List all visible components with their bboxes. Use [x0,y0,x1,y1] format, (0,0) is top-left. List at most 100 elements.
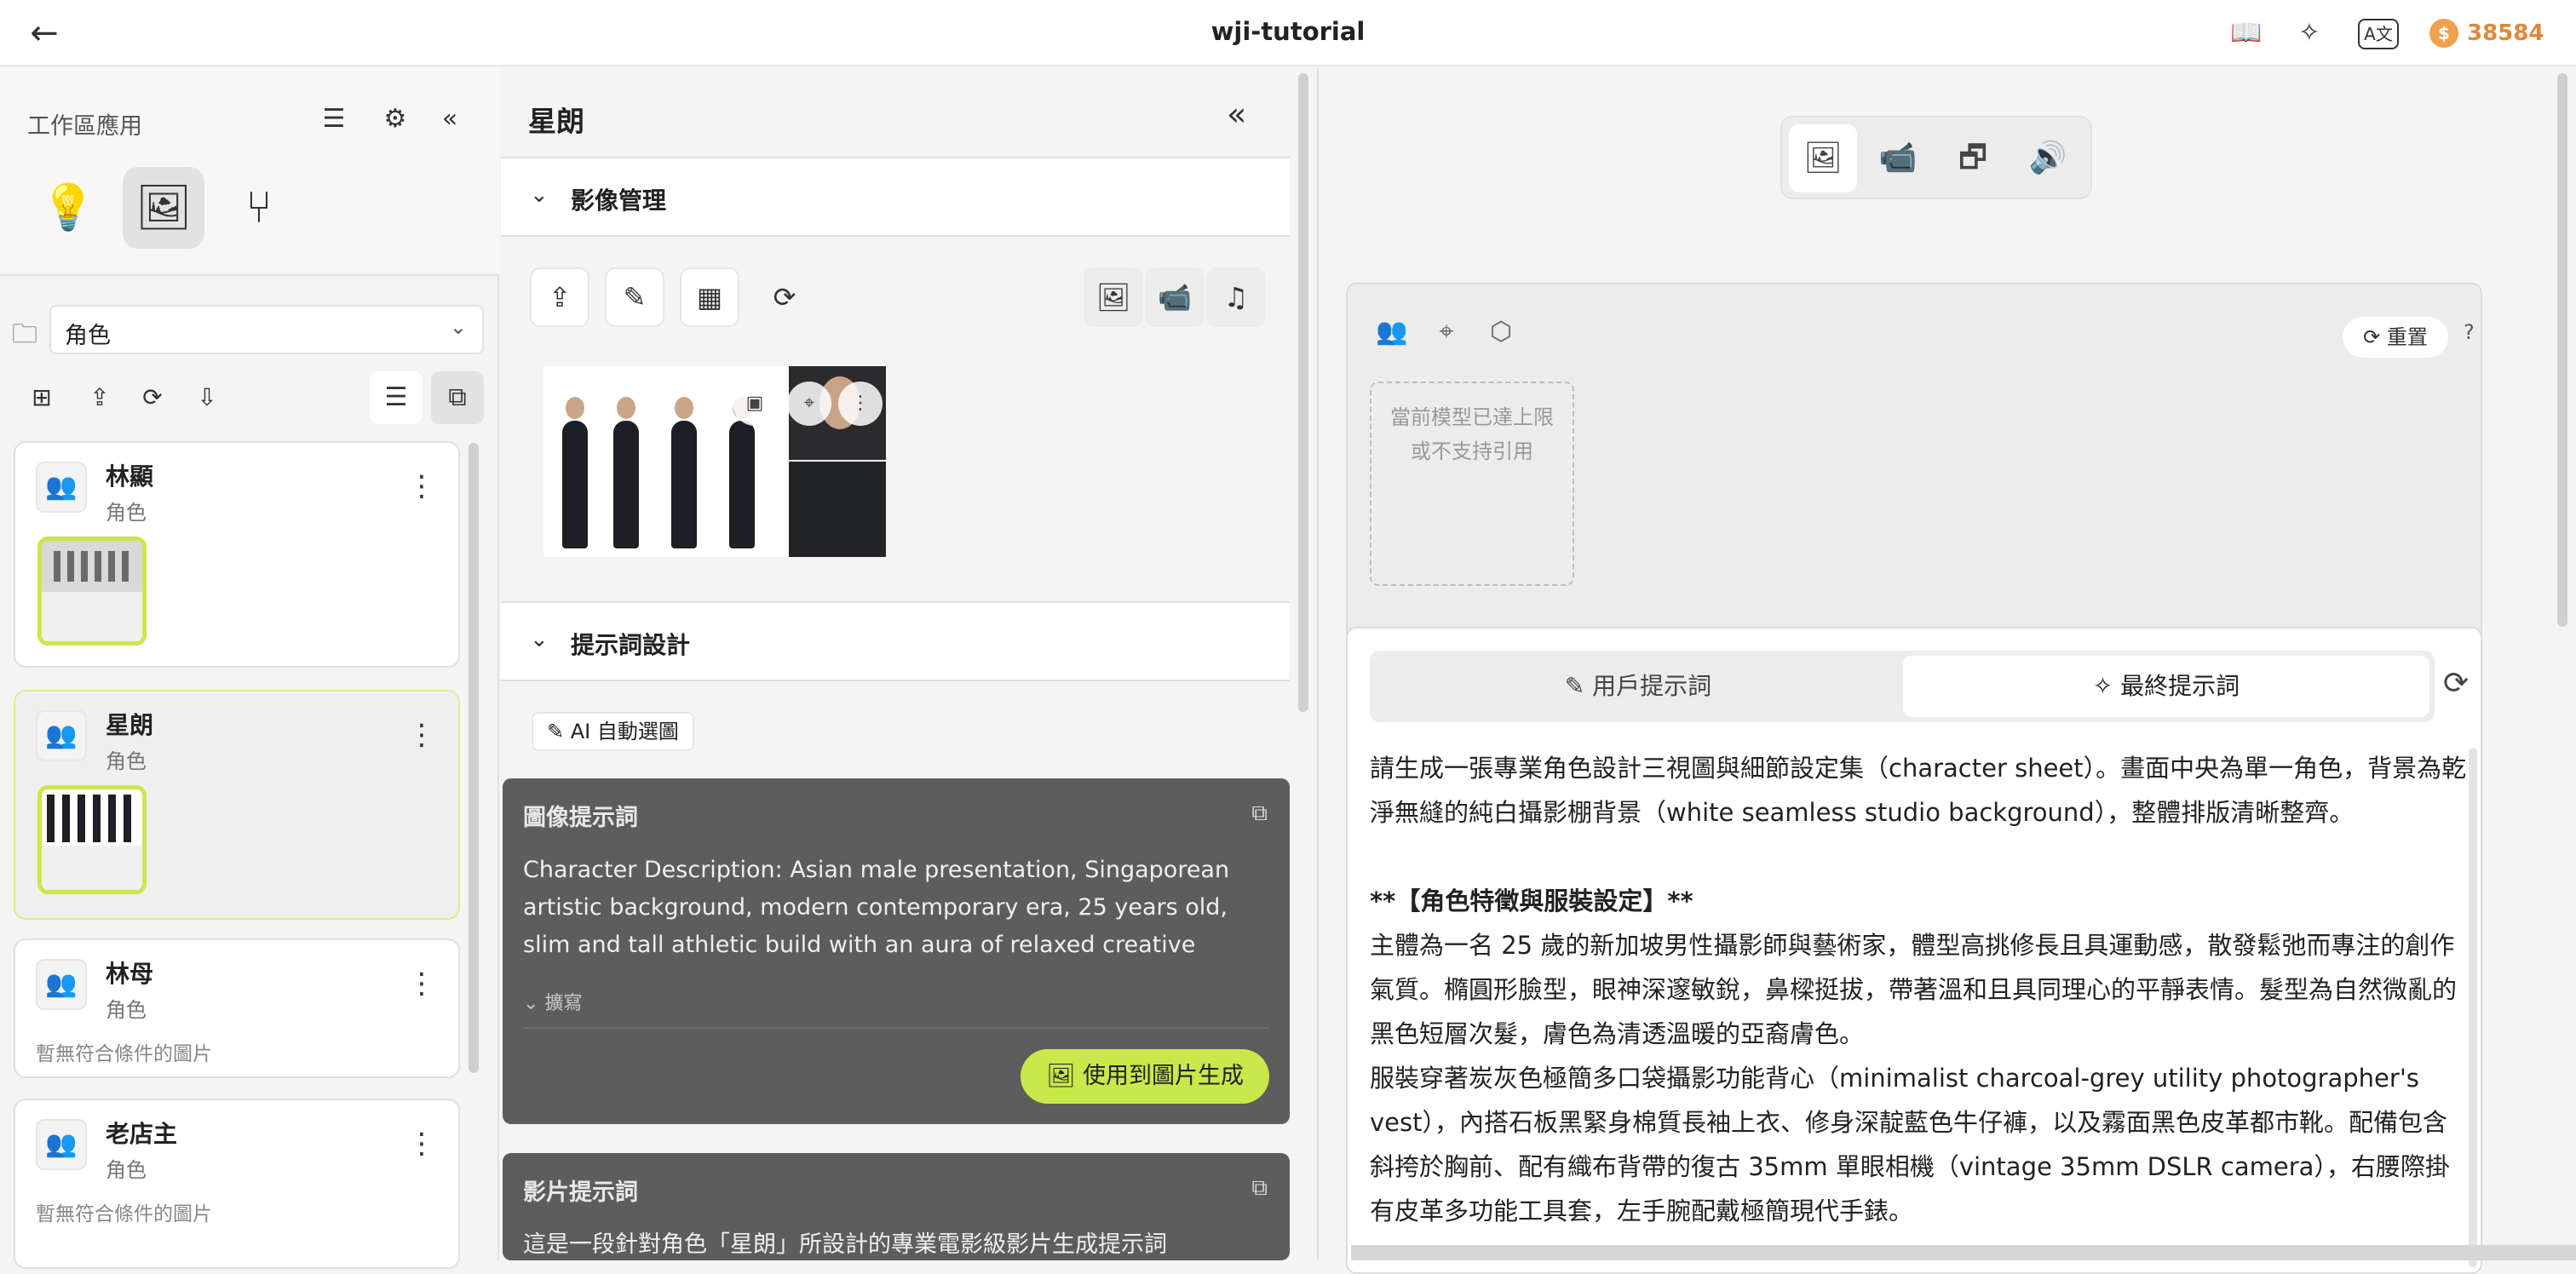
magic-off-icon[interactable]: ✧ [2291,15,2327,51]
download-icon[interactable]: ⇩ [189,380,225,416]
more-options-icon[interactable]: ⋮ [407,720,436,749]
ai-auto-select-button[interactable]: ✎ AI 自動選圖 [532,712,694,751]
figure-profile [729,397,755,548]
generation-panel: 🖼 📹 🗗 🔊 👥 ⌖ ⬡ ⟳ 重置 ? 當前模型已達上限 或不支持引用 ✎ 用… [1320,68,2576,1274]
copy-icon[interactable]: ⧉ [1251,801,1268,827]
idea-bulb-icon[interactable]: 💡 [27,167,109,249]
expand-label: 擴寫 [544,993,583,1014]
tab-final-label: 最終提示詞 [2120,672,2240,700]
more-options-icon[interactable]: ⋮ [407,969,436,998]
workspace-apps-title: 工作區應用 [27,113,142,140]
figure-front [562,397,588,548]
use-button-label: 使用到圖片生成 [1083,1063,1244,1089]
image-filter-button[interactable]: 🖼 [1084,267,1143,327]
panel-scrollbar[interactable] [2557,73,2567,627]
character-card[interactable]: 👥 星朗 角色 ⋮ [14,690,460,920]
character-card[interactable]: 👥 老店主 角色 ⋮ 暫無符合條件的圖片 [14,1099,460,1269]
object-ref-icon[interactable]: ⬡ [1482,313,1520,351]
reset-label: 重置 [2386,325,2428,349]
prompt-scrollbar[interactable] [2469,748,2477,1267]
list-view-button[interactable]: ☰ [370,371,423,424]
more-options-icon[interactable]: ⋮ [407,1129,436,1158]
help-icon[interactable]: ? [2464,320,2475,344]
audio-mode-icon[interactable]: 🔊 [2014,124,2082,192]
prompt-paragraph: 服裝穿著炭灰色極簡多口袋攝影功能背心（minimalist charcoal-g… [1370,1064,2450,1225]
divider [523,1027,1269,1029]
panel-scrollbar[interactable] [1298,73,1308,712]
chevron-down-icon: ⌄ [449,315,467,339]
prompt-tabs: ✎ 用戶提示詞 ✧ 最終提示詞 [1370,651,2435,722]
character-detail-panel: 星朗 « ⌄ 影像管理 ⇪ ✎ ▦ ⟳ 🖼 📹 ♫ ▣ ⌖ ⋮ ⌄ 提示詞設計 … [501,68,1319,1260]
users-icon: 👥 [36,959,87,1010]
character-name: 林顯 [106,462,154,491]
image-gallery-icon[interactable]: 🖼 [123,167,204,249]
detail-closeup [789,462,886,557]
folder-icon: 🗀 [12,319,37,349]
gallery-view-button[interactable]: ⧉ [431,371,484,424]
location-ref-icon[interactable]: ⌖ [1428,313,1465,351]
regenerate-icon[interactable]: ⟳ [2443,666,2469,701]
gear-icon[interactable]: ⚙ [377,100,414,138]
chevron-down-icon: ⌄ [530,182,549,208]
media-mode-switch: 🖼 📹 🗗 🔊 [1780,116,2092,199]
tab-final-prompt[interactable]: ✧ 最終提示詞 [1903,656,2429,717]
reference-dropzone[interactable]: 當前模型已達上限 或不支持引用 [1370,382,1574,586]
video-mode-icon[interactable]: 📹 [1864,124,1932,192]
checklist-icon[interactable]: ☰ [315,100,353,138]
image-edit-icon[interactable]: ⌖ [787,382,831,426]
character-card[interactable]: 👥 林母 角色 ⋮ 暫無符合條件的圖片 [14,938,460,1078]
image-prompt-card: 圖像提示詞 ⧉ Character Description: Asian mal… [503,778,1290,1124]
character-name: 林母 [106,960,154,988]
users-icon: 👥 [36,462,87,513]
no-images-text: 暫無符合條件的圖片 [36,1043,212,1065]
image-mode-icon[interactable]: 🖼 [1789,124,1857,192]
character-thumbnail[interactable] [37,537,147,646]
collapse-left-icon[interactable]: « [431,100,469,138]
sidebar-scrollbar[interactable] [469,443,479,1073]
character-thumbnail[interactable] [37,785,147,894]
no-images-text: 暫無符合條件的圖片 [36,1203,212,1225]
image-action-icon[interactable]: ▣ [733,382,777,426]
ref-notice-line1: 當前模型已達上限 [1390,405,1554,429]
prompt-design-header[interactable]: ⌄ 提示詞設計 [501,601,1290,681]
book-icon[interactable]: 📖 [2228,15,2264,51]
upload-button[interactable]: ⇪ [530,267,589,327]
users-icon: 👥 [36,710,87,761]
music-filter-button[interactable]: ♫ [1206,267,1266,327]
coin-balance: 38584 [2467,20,2544,46]
top-bar: ← wji-tutorial 📖 ✧ A文 $ 38584 [0,0,2576,66]
translate-icon[interactable]: A文 [2358,19,2399,49]
workspace-apps-header: 工作區應用 ☰ ⚙ « 💡 🖼 ⑂ [0,68,499,276]
add-icon[interactable]: ⊞ [24,380,60,416]
more-options-icon[interactable]: ⋮ [407,472,436,501]
edit-button[interactable]: ✎ [605,267,664,327]
workflow-graph-icon[interactable]: ⑂ [218,167,300,249]
section-label: 影像管理 [571,187,667,215]
reset-button[interactable]: ⟳ 重置 [2343,317,2448,358]
video-prompt-text: 這是一段針對角色「星朗」所設計的專業電影級影片生成提示詞 [523,1231,1167,1258]
category-select-value: 角色 [65,323,111,349]
prompt-paragraph: 主體為一名 25 歲的新加坡男性攝影師與藝術家，體型高挑修長且具運動感，散發鬆弛… [1370,931,2458,1048]
upload-icon[interactable]: ⇪ [82,380,118,416]
character-card[interactable]: 👥 林顯 角色 ⋮ [14,441,460,668]
more-options-icon[interactable]: ⋮ [838,382,883,426]
character-ref-icon[interactable]: 👥 [1373,313,1411,351]
category-select[interactable]: 角色 ⌄ [49,305,484,354]
prompt-paragraph: 請生成一張專業角色設計三視圖與細節設定集（character sheet）。畫面… [1370,754,2467,827]
use-in-image-generation-button[interactable]: 🖼 使用到圖片生成 [1021,1049,1269,1104]
character-image[interactable]: ▣ ⌖ ⋮ [543,366,886,557]
grid-button[interactable]: ▦ [680,267,739,327]
refresh-icon[interactable]: ⟳ [135,380,170,416]
image-edit-mode-icon[interactable]: 🗗 [1939,124,2007,192]
refresh-button[interactable]: ⟳ [755,267,814,327]
reference-box: 👥 ⌖ ⬡ ⟳ 重置 ? 當前模型已達上限 或不支持引用 [1346,283,2482,674]
expand-link[interactable]: ⌄ 擴寫 [523,988,582,1015]
users-icon: 👥 [36,1119,87,1170]
collapse-panel-icon[interactable]: « [1227,95,1246,133]
video-filter-button[interactable]: 📹 [1145,267,1205,327]
copy-icon[interactable]: ⧉ [1251,1175,1268,1202]
image-prompt-text: Character Description: Asian male presen… [523,857,1230,958]
final-prompt-text[interactable]: 請生成一張專業角色設計三視圖與細節設定集（character sheet）。畫面… [1370,746,2470,1265]
image-management-header[interactable]: ⌄ 影像管理 [501,157,1290,237]
tab-user-prompt[interactable]: ✎ 用戶提示詞 [1375,656,1901,717]
